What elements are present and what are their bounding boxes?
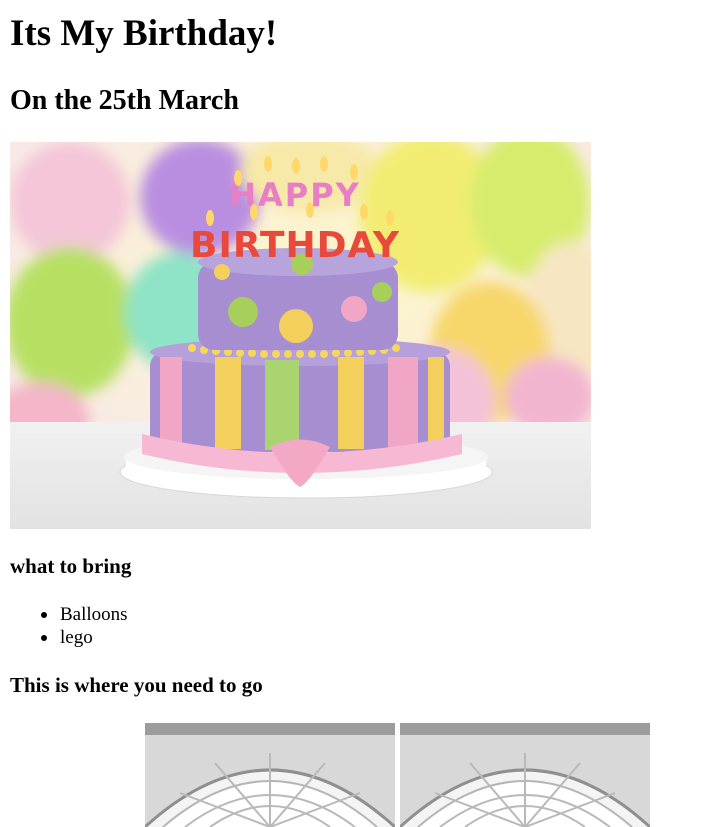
- dome-skylight-image: [145, 723, 395, 827]
- page-title: Its My Birthday!: [10, 13, 278, 54]
- birthday-cake-image: HAPPY BIRTHDAY: [10, 142, 591, 529]
- dome-skylight-image: [400, 723, 650, 827]
- list-item: Balloons: [0, 603, 128, 626]
- list-item-label: lego: [60, 627, 93, 648]
- svg-text:BIRTHDAY: BIRTHDAY: [190, 225, 400, 266]
- page-subtitle: On the 25th March: [10, 85, 239, 116]
- list-item: lego: [0, 626, 128, 649]
- page: Its My Birthday! On the 25th March HAPPY…: [0, 0, 702, 827]
- directions-heading: This is where you need to go: [10, 673, 263, 697]
- bring-list: Balloons lego: [0, 603, 128, 649]
- bullet-icon: [41, 612, 47, 618]
- what-to-bring-heading: what to bring: [10, 554, 132, 578]
- bullet-icon: [41, 635, 47, 641]
- list-item-label: Balloons: [60, 604, 128, 625]
- svg-text:HAPPY: HAPPY: [229, 176, 361, 214]
